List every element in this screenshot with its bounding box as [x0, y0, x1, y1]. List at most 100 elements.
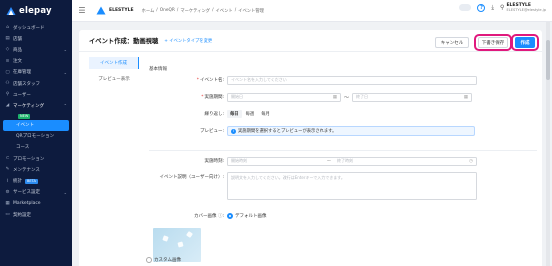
sidebar-item-contract[interactable]: ▭ 契約設定: [0, 209, 72, 220]
sidebar-item-label: 契約設定: [13, 212, 31, 218]
cancel-button[interactable]: キャンセル: [435, 37, 469, 48]
user-menu[interactable]: ⚲ ELESTYLE ELESTYLE@elestyle.jp: [500, 3, 546, 12]
breadcrumb-marketing[interactable]: マーケティング: [180, 8, 210, 14]
download-icon[interactable]: ⤓: [491, 4, 494, 12]
tab-event-create[interactable]: イベント作成: [89, 57, 139, 69]
preview-row: プレビュー: i 実施期間を選択するとプレビューが表示されます。: [149, 126, 509, 136]
menu-toggle-icon[interactable]: ☰: [72, 6, 92, 15]
org-switcher[interactable]: ELESTYLE: [92, 6, 134, 15]
dice-decoration: [177, 241, 184, 248]
event-name-row: *イベント名: イベント名を入力してください: [149, 76, 509, 85]
tab-preview[interactable]: プレビュー表示: [89, 73, 139, 85]
calendar-icon: ▦: [332, 94, 337, 100]
page-title: イベント作成：動画視聴: [89, 38, 159, 45]
breadcrumb-event[interactable]: イベント: [216, 8, 233, 14]
sidebar-item-store[interactable]: ▤ 店舗: [0, 33, 72, 44]
new-badge: NEW: [18, 113, 31, 119]
store-icon: ▤: [5, 36, 10, 42]
sidebar: elepay ⌂ ダッシュボード ▤ 店舗 ◇ 商品 ⌄ ≡ 注文 ▢ 在庫管理 ⌄ ⚇ 店舗ス…: [0, 0, 72, 266]
help-icon[interactable]: ⓘ: [218, 214, 223, 219]
promo-icon: ⊂: [5, 156, 10, 162]
page-header: イベント作成：動画視聴 + イベントタイプを変更: [79, 30, 542, 52]
sidebar-item-label: ユーザー: [13, 92, 31, 98]
sidebar-item-label: イベント: [16, 123, 34, 129]
elepay-logo-icon: [6, 7, 16, 15]
chevron-up-icon: ⌃: [63, 103, 67, 109]
sidebar-item-label: 注文: [13, 59, 22, 65]
cover-default-label: デフォルト画像: [235, 214, 267, 219]
period-row: *実施期間: 開始日 ▦ ～ 終了日 ▦: [149, 93, 509, 102]
sidebar-item-label: 店舗: [13, 36, 22, 42]
breadcrumb-separator: /: [176, 7, 179, 13]
sidebar-item-staff[interactable]: ⚇ 店舗スタッフ: [0, 78, 72, 89]
preview-info-text: 実施期間を選択するとプレビューが表示されます。: [238, 129, 337, 134]
sidebar-item-label: Marketplace: [13, 200, 41, 206]
staff-icon: ⚇: [5, 81, 10, 87]
repeat-option-monthly[interactable]: 毎月: [258, 110, 273, 118]
sidebar-item-maintenance[interactable]: ✎ メンテナンス: [0, 164, 72, 175]
chevron-down-icon: ⌄: [63, 189, 67, 195]
radio-custom[interactable]: [146, 257, 152, 263]
sidebar-item-service-settings[interactable]: ⚙ サービス設定 ⌄: [0, 187, 72, 198]
sidebar-item-products[interactable]: ◇ 商品 ⌄: [0, 44, 72, 55]
time-label: 実施時刻:: [204, 159, 224, 165]
sidebar-item-course[interactable]: コース: [0, 142, 72, 153]
sidebar-item-label: 在庫管理: [13, 70, 31, 76]
time-range-input[interactable]: 開始時刻 ～ 終了時刻 ◷: [227, 157, 477, 166]
toggle-switch[interactable]: [459, 4, 472, 11]
sidebar-item-label: サービス設定: [13, 190, 40, 196]
sidebar-item-stats[interactable]: ⌇ 統計 BETA: [0, 175, 72, 186]
repeat-option-weekly[interactable]: 毎週: [243, 110, 258, 118]
sidebar-item-inventory[interactable]: ▢ 在庫管理 ⌄: [0, 67, 72, 78]
repeat-segmented: 毎日 毎週 毎月: [227, 110, 273, 118]
sidebar-item-orders[interactable]: ≡ 注文: [0, 56, 72, 67]
description-textarea[interactable]: 説明文を入力してください。改行はEnterキーで入力できます。: [227, 172, 477, 200]
sidebar-item-events[interactable]: イベント: [3, 119, 69, 131]
sidebar-nav: ⌂ ダッシュボード ▤ 店舗 ◇ 商品 ⌄ ≡ 注文 ▢ 在庫管理 ⌄ ⚇ 店舗スタッフ ⚲ ユー…: [0, 22, 72, 220]
event-name-input[interactable]: イベント名を入力してください: [227, 76, 477, 85]
end-date-input[interactable]: 終了日 ▦: [352, 93, 473, 102]
sidebar-item-users[interactable]: ⚲ ユーザー: [0, 89, 72, 100]
brand-name: elepay: [19, 6, 52, 16]
gear-icon: ⚙: [5, 189, 10, 195]
sidebar-item-promotion[interactable]: ⊂ プロモーション: [0, 153, 72, 164]
create-button[interactable]: 作成: [515, 37, 535, 48]
start-date-input[interactable]: 開始日 ▦: [227, 93, 341, 102]
cover-default-option[interactable]: デフォルト画像: [227, 213, 267, 219]
sidebar-item-marketing[interactable]: ◢ マーケティング ⌃: [0, 100, 72, 111]
breadcrumb: ホーム / OneQR / マーケティング / イベント / イベント管理: [142, 8, 264, 14]
sidebar-item-label: プロモーション: [13, 156, 45, 162]
cover-label: カバー画像 ⓘ:: [194, 214, 224, 219]
info-icon: i: [231, 128, 236, 134]
sidebar-item-marketplace[interactable]: ▦ Marketplace: [0, 198, 72, 209]
breadcrumb-event-management: イベント管理: [238, 8, 264, 14]
breadcrumb-separator: /: [234, 7, 237, 13]
sidebar-item-label: マーケティング: [13, 103, 45, 109]
calendar-icon: ▦: [463, 94, 469, 100]
help-icon[interactable]: ?: [477, 3, 486, 12]
sidebar-item-label: 店舗スタッフ: [13, 81, 40, 87]
sidebar-item-dashboard[interactable]: ⌂ ダッシュボード: [0, 22, 72, 33]
radio-default-selected[interactable]: [227, 213, 233, 219]
topbar: ☰ ELESTYLE ホーム / OneQR / マーケティング / イベント …: [72, 0, 552, 22]
change-event-type-link[interactable]: + イベントタイプを変更: [164, 38, 212, 44]
megaphone-icon: ◢: [5, 103, 10, 109]
sidebar-item-qr-promotion[interactable]: QRプロモーション: [0, 131, 72, 142]
org-name: ELESTYLE: [109, 8, 134, 13]
breadcrumb-oneqr[interactable]: OneQR: [160, 8, 175, 14]
event-name-label: *イベント名:: [196, 78, 224, 84]
section-divider: [149, 150, 537, 151]
save-draft-button[interactable]: 下書き保存: [478, 37, 508, 48]
cover-custom-option[interactable]: カスタム画像: [146, 257, 181, 263]
cover-row: カバー画像 ⓘ: デフォルト画像: [149, 213, 509, 219]
sidebar-item-label: 統計: [13, 179, 22, 185]
repeat-row: 繰り返し: 毎日 毎週 毎月: [149, 110, 509, 118]
scrollbar-thumb[interactable]: [546, 40, 550, 80]
home-icon: ⌂: [6, 25, 9, 31]
list-icon: ≡: [5, 58, 10, 64]
dice-decoration: [162, 235, 169, 242]
doc-icon: ▭: [5, 212, 10, 218]
brand[interactable]: elepay: [0, 0, 72, 22]
repeat-option-daily[interactable]: 毎日: [227, 110, 242, 118]
breadcrumb-home[interactable]: ホーム: [142, 8, 155, 14]
